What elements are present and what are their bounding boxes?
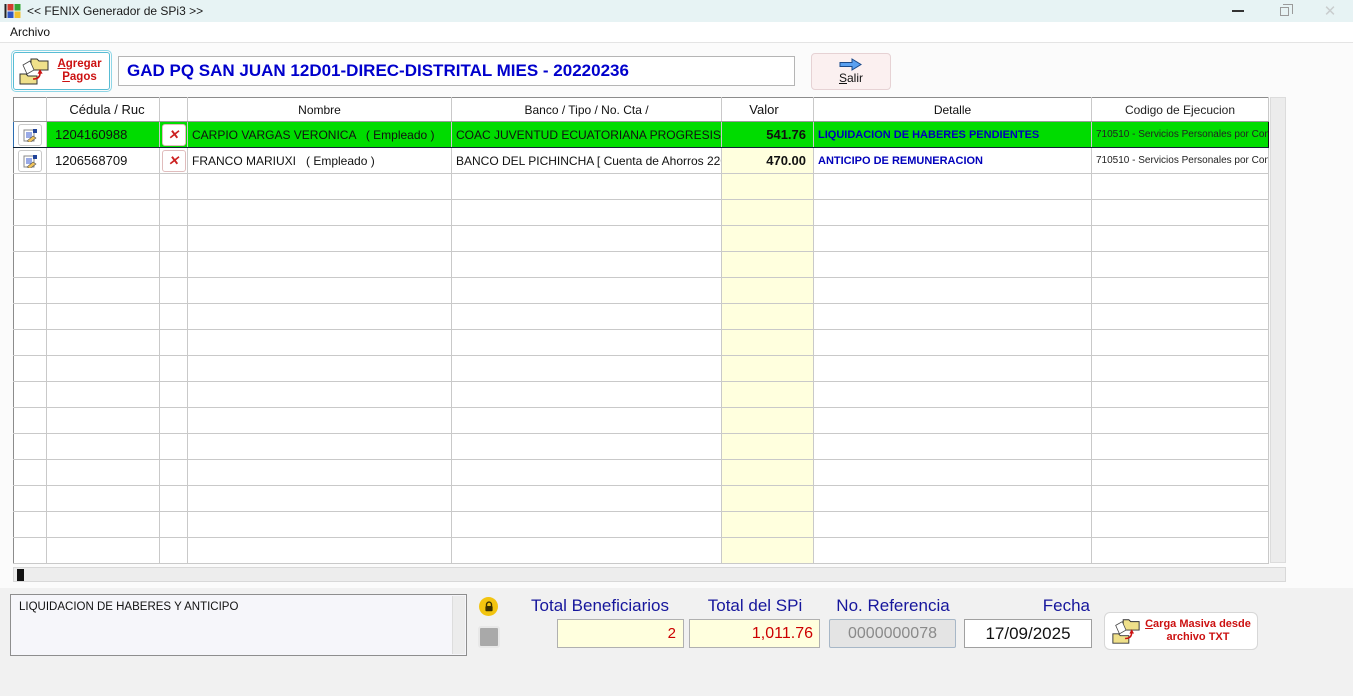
col-cedula: Cédula / Ruc <box>47 98 160 122</box>
menu-archivo[interactable]: Archivo <box>0 25 60 39</box>
window-titlebar: << FENIX Generador de SPi3 >> ✕ <box>0 0 1353 22</box>
restore-icon <box>1280 7 1289 16</box>
minimize-icon <box>1232 10 1244 12</box>
table-row-empty <box>14 226 1269 252</box>
menu-bar: Archivo <box>0 22 1353 43</box>
lock-icon <box>479 597 498 616</box>
total-beneficiarios-label: Total Beneficiarios <box>516 596 684 616</box>
edit-icon <box>23 128 38 142</box>
cell-codigo: 710510 - Servicios Personales por Contra… <box>1092 148 1269 174</box>
exit-arrow-icon <box>839 58 863 71</box>
delete-icon: ✕ <box>168 153 179 169</box>
close-icon: ✕ <box>1324 4 1337 19</box>
salir-label: Salir <box>839 71 863 85</box>
total-spi-label: Total del SPi <box>689 596 821 616</box>
table-row-empty <box>14 460 1269 486</box>
table-row-empty <box>14 382 1269 408</box>
cell-nombre: FRANCO MARIUXI ( Empleado ) <box>188 148 452 174</box>
close-button[interactable]: ✕ <box>1307 0 1353 22</box>
cell-cedula: 1204160988 <box>47 122 160 148</box>
table-row-empty <box>14 252 1269 278</box>
agregar-pagos-button[interactable]: Agregar Pagos <box>13 52 110 90</box>
restore-button[interactable] <box>1261 0 1307 22</box>
table-row-empty <box>14 356 1269 382</box>
col-detalle: Detalle <box>814 98 1092 122</box>
agregar-pagos-label: Agregar Pagos <box>54 58 105 84</box>
table-row-empty <box>14 512 1269 538</box>
descripcion-textarea[interactable]: LIQUIDACION DE HABERES Y ANTICIPO <box>10 594 467 656</box>
minimize-button[interactable] <box>1215 0 1261 22</box>
descripcion-text: LIQUIDACION DE HABERES Y ANTICIPO <box>19 601 238 613</box>
cell-valor: 470.00 <box>722 148 814 174</box>
app-icon <box>4 3 21 19</box>
col-nombre: Nombre <box>188 98 452 122</box>
footer-panel: LIQUIDACION DE HABERES Y ANTICIPO Total … <box>0 588 1353 696</box>
cell-detalle: ANTICIPO DE REMUNERACION <box>814 148 1092 174</box>
carga-masiva-label: Carga Masiva desde archivo TXT <box>1145 618 1251 644</box>
entity-title-input[interactable] <box>118 56 795 86</box>
grid-horizontal-scrollbar[interactable] <box>13 567 1286 582</box>
table-row[interactable]: 1206568709 ✕ FRANCO MARIUXI ( Empleado )… <box>14 148 1269 174</box>
referencia-value: 0000000078 <box>829 619 956 648</box>
delete-icon: ✕ <box>168 127 179 143</box>
cell-banco: BANCO DEL PICHINCHA [ Cuenta de Ahorros … <box>452 148 722 174</box>
cell-cedula: 1206568709 <box>47 148 160 174</box>
table-row-empty <box>14 330 1269 356</box>
edit-row-button[interactable] <box>18 124 42 146</box>
total-beneficiarios-value: 2 <box>557 619 684 648</box>
grid-vertical-scrollbar[interactable] <box>1270 97 1286 563</box>
table-row-empty <box>14 278 1269 304</box>
table-body: 1204160988 ✕ CARPIO VARGAS VERONICA ( Em… <box>14 122 1269 564</box>
total-spi-value: 1,011.76 <box>689 619 820 648</box>
delete-row-button[interactable]: ✕ <box>162 150 186 172</box>
carga-masiva-folders-icon <box>1111 616 1141 646</box>
edit-row-button[interactable] <box>18 150 42 172</box>
col-delete <box>160 98 188 122</box>
col-valor: Valor <box>722 98 814 122</box>
edit-icon <box>23 154 38 168</box>
table-row-empty <box>14 434 1269 460</box>
color-indicator-square[interactable] <box>478 626 500 648</box>
table-row-selected[interactable]: 1204160988 ✕ CARPIO VARGAS VERONICA ( Em… <box>14 122 1269 148</box>
col-banco: Banco / Tipo / No. Cta / <box>452 98 722 122</box>
cell-codigo: 710510 - Servicios Personales por Contra… <box>1092 122 1269 148</box>
referencia-label: No. Referencia <box>828 596 958 616</box>
carga-masiva-button[interactable]: Carga Masiva desde archivo TXT <box>1104 612 1258 650</box>
table-row-empty <box>14 408 1269 434</box>
table-row-empty <box>14 174 1269 200</box>
table-row-empty <box>14 200 1269 226</box>
col-edit <box>14 98 47 122</box>
table-row-empty <box>14 304 1269 330</box>
delete-row-button[interactable]: ✕ <box>162 124 186 146</box>
cell-detalle: LIQUIDACION DE HABERES PENDIENTES <box>814 122 1092 148</box>
cell-valor: 541.76 <box>722 122 814 148</box>
form-body: Agregar Pagos Salir Cédula / Ruc Nombre … <box>0 43 1353 696</box>
grid-header-row: Cédula / Ruc Nombre Banco / Tipo / No. C… <box>14 98 1269 122</box>
add-payments-folders-icon <box>18 56 50 86</box>
window-title: << FENIX Generador de SPi3 >> <box>27 4 203 18</box>
fecha-label: Fecha <box>963 596 1092 616</box>
salir-button[interactable]: Salir <box>811 53 891 90</box>
table-row-empty <box>14 538 1269 564</box>
scrollbar-thumb[interactable] <box>17 569 24 581</box>
payments-grid: Cédula / Ruc Nombre Banco / Tipo / No. C… <box>13 97 1269 564</box>
table-row-empty <box>14 486 1269 512</box>
cell-nombre: CARPIO VARGAS VERONICA ( Empleado ) <box>188 122 452 148</box>
col-codigo: Codigo de Ejecucion <box>1092 98 1269 122</box>
textarea-scrollbar[interactable] <box>452 596 465 654</box>
fecha-value[interactable]: 17/09/2025 <box>964 619 1092 648</box>
cell-banco: COAC JUVENTUD ECUATORIANA PROGRESISTA LT… <box>452 122 722 148</box>
